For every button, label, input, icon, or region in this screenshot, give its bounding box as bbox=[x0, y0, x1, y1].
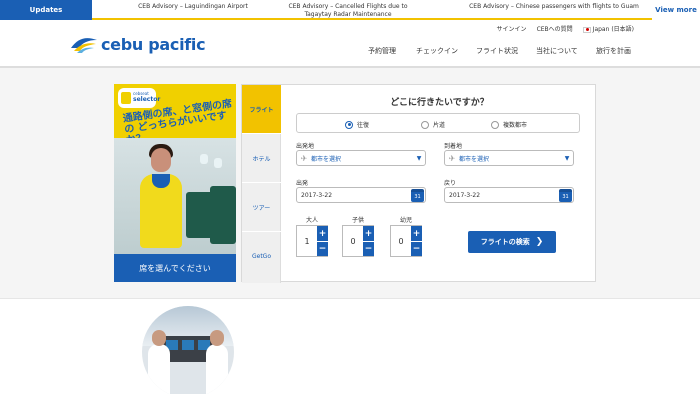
language-label: Japan (日本語) bbox=[592, 26, 634, 33]
cockpit-photo[interactable] bbox=[142, 306, 234, 394]
radio-label: 複数都市 bbox=[503, 122, 528, 129]
trip-type-round[interactable]: 往復 bbox=[345, 120, 369, 129]
top-links: サインイン CEBへの質問 Japan (日本語) bbox=[497, 24, 634, 33]
badge-big-text: selector bbox=[133, 96, 161, 103]
takeoff-icon: ✈ bbox=[300, 153, 308, 163]
radio-label: 片道 bbox=[433, 122, 446, 129]
chevron-down-icon: ▼ bbox=[564, 154, 570, 162]
nav-item-manage-booking[interactable]: 予約管理 bbox=[368, 46, 408, 56]
origin-select[interactable]: ✈ 都市を選択 ▼ bbox=[296, 150, 426, 166]
children-stepper: 0 + − bbox=[342, 225, 374, 257]
update-item[interactable]: CEB Advisory – Chinese passengers with f… bbox=[454, 3, 654, 11]
search-tabs: フライト ホテル ツアー GetGo bbox=[242, 85, 281, 283]
search-flights-label: フライトの検索 bbox=[480, 238, 530, 246]
view-more-link[interactable]: View more bbox=[652, 0, 700, 20]
site-header: cebu pacific サインイン CEBへの質問 Japan (日本語) 予… bbox=[0, 20, 700, 66]
logo-bird-icon bbox=[71, 38, 97, 53]
trip-type-oneway[interactable]: 片道 bbox=[421, 120, 445, 129]
flight-search-form: どこに行きたいですか？ 往復 片道 複数都市 出発地 ✈ 都市を選択 ▼ 到着地… bbox=[282, 85, 597, 283]
tab-getgo[interactable]: GetGo bbox=[242, 232, 281, 281]
return-label: 戻り bbox=[444, 180, 457, 187]
faq-link[interactable]: CEBへの質問 bbox=[537, 24, 573, 33]
section-divider bbox=[0, 298, 700, 299]
trip-type-multicity[interactable]: 複数都市 bbox=[491, 120, 527, 129]
radio-icon bbox=[491, 120, 499, 129]
trip-type-group: 往復 片道 複数都市 bbox=[296, 113, 580, 133]
adults-label: 大人 bbox=[305, 217, 318, 224]
seat-icon bbox=[121, 92, 131, 104]
updates-bar: Updates CEB Advisory – Laguindingan Airp… bbox=[0, 0, 700, 20]
brand-name: cebu pacific bbox=[101, 34, 206, 54]
return-date-field[interactable]: 2017-3-22 31 bbox=[444, 187, 574, 203]
nav-item-about[interactable]: 当社について bbox=[536, 46, 588, 56]
infants-minus-button[interactable]: − bbox=[411, 241, 422, 256]
chevron-right-icon: ❯ bbox=[535, 237, 544, 247]
children-label: 子供 bbox=[351, 217, 364, 224]
japan-flag-icon bbox=[582, 26, 591, 33]
update-item[interactable]: CEB Advisory – Laguindingan Airport bbox=[128, 3, 258, 11]
depart-date-value: 2017-3-22 bbox=[301, 191, 333, 199]
search-title: どこに行きたいですか？ bbox=[390, 98, 489, 108]
main-nav: 予約管理 チェックイン フライト状況 当社について 旅行を計画 bbox=[368, 46, 642, 56]
choose-seat-button[interactable]: 席を選んでください bbox=[114, 254, 236, 282]
tab-flight[interactable]: フライト bbox=[242, 85, 281, 134]
origin-value: 都市を選択 bbox=[311, 155, 342, 163]
children-value[interactable]: 0 bbox=[343, 226, 363, 256]
update-item[interactable]: CEB Advisory – Cancelled Flights due to … bbox=[288, 3, 408, 19]
adults-value[interactable]: 1 bbox=[297, 226, 317, 256]
calendar-icon[interactable]: 31 bbox=[559, 188, 572, 202]
infants-plus-button[interactable]: + bbox=[411, 226, 422, 241]
updates-tag[interactable]: Updates bbox=[0, 0, 92, 20]
cebu-pacific-logo[interactable]: cebu pacific bbox=[70, 34, 206, 54]
chevron-down-icon: ▼ bbox=[416, 154, 422, 162]
adults-plus-button[interactable]: + bbox=[317, 226, 328, 241]
nav-item-flight-status[interactable]: フライト状況 bbox=[476, 46, 532, 56]
destination-label: 到着地 bbox=[444, 143, 463, 150]
radio-label: 往復 bbox=[357, 122, 370, 129]
destination-select[interactable]: ✈ 都市を選択 ▼ bbox=[444, 150, 574, 166]
depart-date-field[interactable]: 2017-3-22 31 bbox=[296, 187, 426, 203]
tab-tour[interactable]: ツアー bbox=[242, 183, 281, 232]
flight-search-widget: フライト ホテル ツアー GetGo どこに行きたいですか？ 往復 片道 複数都… bbox=[241, 84, 597, 283]
infants-value[interactable]: 0 bbox=[391, 226, 411, 256]
infants-stepper: 0 + − bbox=[390, 225, 422, 257]
landing-icon: ✈ bbox=[448, 153, 456, 163]
origin-label: 出発地 bbox=[296, 143, 315, 150]
infants-label: 幼児 bbox=[399, 217, 412, 224]
adults-stepper: 1 + − bbox=[296, 225, 328, 257]
language-selector[interactable]: Japan (日本語) bbox=[582, 24, 634, 33]
children-plus-button[interactable]: + bbox=[363, 226, 374, 241]
search-flights-button[interactable]: フライトの検索 ❯ bbox=[468, 231, 556, 253]
cebseat-selector-badge: cebseat selector bbox=[118, 88, 160, 108]
nav-item-checkin[interactable]: チェックイン bbox=[416, 46, 468, 56]
radio-selected-icon bbox=[345, 120, 353, 129]
depart-label: 出発 bbox=[296, 180, 309, 187]
seat-selector-ad[interactable]: cebseat selector 通路側の席、と窓側の席の どっちらがいいですか… bbox=[114, 84, 236, 282]
nav-item-plan-trip[interactable]: 旅行を計画 bbox=[596, 46, 642, 56]
children-minus-button[interactable]: − bbox=[363, 241, 374, 256]
calendar-icon[interactable]: 31 bbox=[411, 188, 424, 202]
destination-value: 都市を選択 bbox=[459, 155, 490, 163]
tab-hotel[interactable]: ホテル bbox=[242, 134, 281, 183]
return-date-value: 2017-3-22 bbox=[449, 191, 481, 199]
radio-icon bbox=[421, 120, 429, 129]
adults-minus-button[interactable]: − bbox=[317, 241, 328, 256]
signin-link[interactable]: サインイン bbox=[497, 24, 527, 33]
